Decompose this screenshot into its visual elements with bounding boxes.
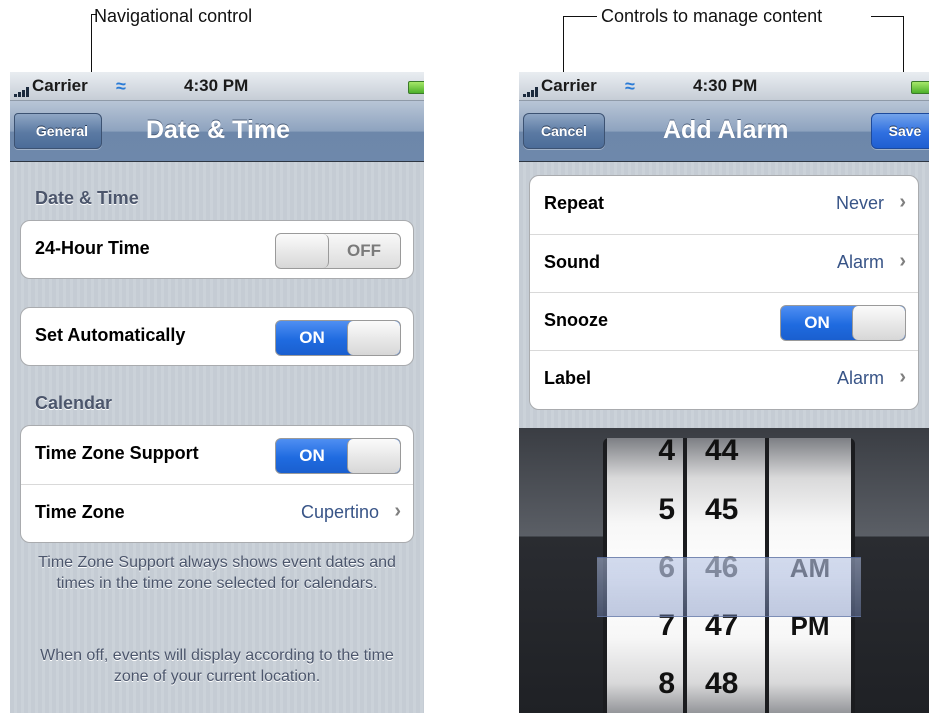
row-snooze: Snooze ON	[530, 292, 918, 350]
save-button[interactable]: Save	[871, 113, 929, 149]
navigation-bar: Cancel Add Alarm Save	[519, 101, 929, 162]
callout-line-right-h1	[563, 16, 597, 17]
chevron-right-icon: ›	[394, 500, 401, 522]
minute-wheel[interactable]: 44 45 46 47 48	[687, 438, 765, 713]
row-label: Set Automatically	[35, 325, 186, 345]
row-label: Sound	[544, 252, 600, 272]
time-zone-support-switch[interactable]: ON	[275, 438, 401, 474]
battery-icon	[911, 81, 929, 94]
switch-knob	[276, 234, 329, 268]
switch-state: ON	[299, 446, 325, 465]
ampm-option: AM	[789, 553, 831, 583]
footnote-time-zone-support: Time Zone Support always shows event dat…	[38, 554, 396, 592]
page-title: Add Alarm	[663, 116, 789, 144]
row-label: Time Zone	[35, 502, 125, 522]
row-value: Never	[835, 193, 884, 213]
row-24-hour-time: 24-Hour Time OFF	[21, 221, 413, 278]
status-time: 4:30 PM	[184, 76, 249, 95]
section-header-date-time: Date & Time	[35, 188, 139, 208]
carrier-label: Carrier	[32, 76, 88, 95]
chevron-right-icon: ›	[899, 250, 906, 272]
row-label: Time Zone Support	[35, 443, 199, 463]
group-set-automatically: Set Automatically ON	[20, 307, 414, 366]
footnote-when-off: When off, events will display according …	[40, 647, 394, 685]
group-alarm-options: Repeat Never › Sound Alarm › Snooze ON L…	[529, 175, 919, 410]
callout-line-right-h2	[871, 16, 903, 17]
24-hour-time-switch[interactable]: OFF	[275, 233, 401, 269]
row-label: 24-Hour Time	[35, 238, 150, 258]
ampm-wheel[interactable]: AM PM	[769, 438, 851, 713]
add-alarm-screen: Carrier ≈ 4:30 PM Cancel Add Alarm Save …	[519, 72, 929, 713]
set-automatically-switch[interactable]: ON	[275, 320, 401, 356]
switch-knob	[852, 306, 905, 340]
back-button-general[interactable]: General	[14, 113, 102, 149]
switch-knob	[347, 439, 400, 473]
back-button-label: General	[35, 123, 89, 139]
row-value: Alarm	[836, 252, 884, 272]
minute-option: 47	[705, 609, 739, 642]
switch-state: OFF	[347, 241, 381, 260]
battery-icon	[408, 81, 424, 94]
wifi-icon: ≈	[625, 76, 635, 96]
hour-option: 4	[658, 438, 675, 467]
hour-option: 5	[658, 493, 675, 526]
callout-navigational-control: Navigational control	[94, 6, 253, 26]
chevron-right-icon: ›	[899, 191, 906, 213]
signal-icon	[14, 87, 32, 97]
picker-frame: 4 5 6 7 8 44 45 46 47 48 AM PM	[603, 438, 855, 713]
section-header-calendar: Calendar	[35, 393, 113, 413]
callout-line-left-tick	[91, 14, 97, 15]
status-bar: Carrier ≈ 4:30 PM	[519, 72, 929, 101]
minute-option: 44	[705, 438, 739, 467]
time-picker: 4 5 6 7 8 44 45 46 47 48 AM PM	[519, 428, 929, 713]
row-sound[interactable]: Sound Alarm ›	[530, 234, 918, 292]
status-time: 4:30 PM	[693, 76, 758, 95]
signal-icon	[523, 87, 541, 97]
switch-state: ON	[804, 313, 830, 332]
status-bar: Carrier ≈ 4:30 PM	[10, 72, 424, 101]
row-label: Repeat	[544, 193, 605, 213]
switch-knob	[347, 321, 400, 355]
switch-state: ON	[299, 328, 325, 347]
page-title: Date & Time	[146, 116, 291, 144]
row-time-zone-support: Time Zone Support ON	[21, 426, 413, 483]
group-calendar: Time Zone Support ON Time Zone Cupertino…	[20, 425, 414, 543]
row-time-zone[interactable]: Time Zone Cupertino ›	[21, 484, 413, 542]
row-repeat[interactable]: Repeat Never ›	[530, 176, 918, 233]
row-label: Label	[544, 368, 592, 388]
row-label: Snooze	[544, 310, 609, 330]
hour-wheel[interactable]: 4 5 6 7 8	[607, 438, 683, 713]
row-value: Alarm	[836, 368, 884, 388]
minute-option: 46	[705, 551, 739, 584]
group-24-hour: 24-Hour Time OFF	[20, 220, 414, 279]
hour-option: 8	[658, 667, 675, 700]
ampm-option: PM	[790, 611, 830, 641]
navigation-bar: General Date & Time	[10, 101, 424, 162]
date-time-settings-screen: Carrier ≈ 4:30 PM General Date & Time Da…	[10, 72, 424, 713]
snooze-switch[interactable]: ON	[780, 305, 906, 341]
row-value: Cupertino	[300, 502, 379, 522]
row-set-automatically: Set Automatically ON	[21, 308, 413, 365]
row-label-setting[interactable]: Label Alarm ›	[530, 350, 918, 408]
hour-option: 6	[658, 551, 675, 584]
minute-option: 48	[705, 667, 739, 700]
hour-option: 7	[658, 609, 675, 642]
chevron-right-icon: ›	[899, 366, 906, 388]
carrier-label: Carrier	[541, 76, 597, 95]
callout-manage-content: Controls to manage content	[601, 6, 823, 26]
minute-option: 45	[705, 493, 739, 526]
cancel-button[interactable]: Cancel	[523, 113, 605, 149]
wifi-icon: ≈	[116, 76, 126, 96]
